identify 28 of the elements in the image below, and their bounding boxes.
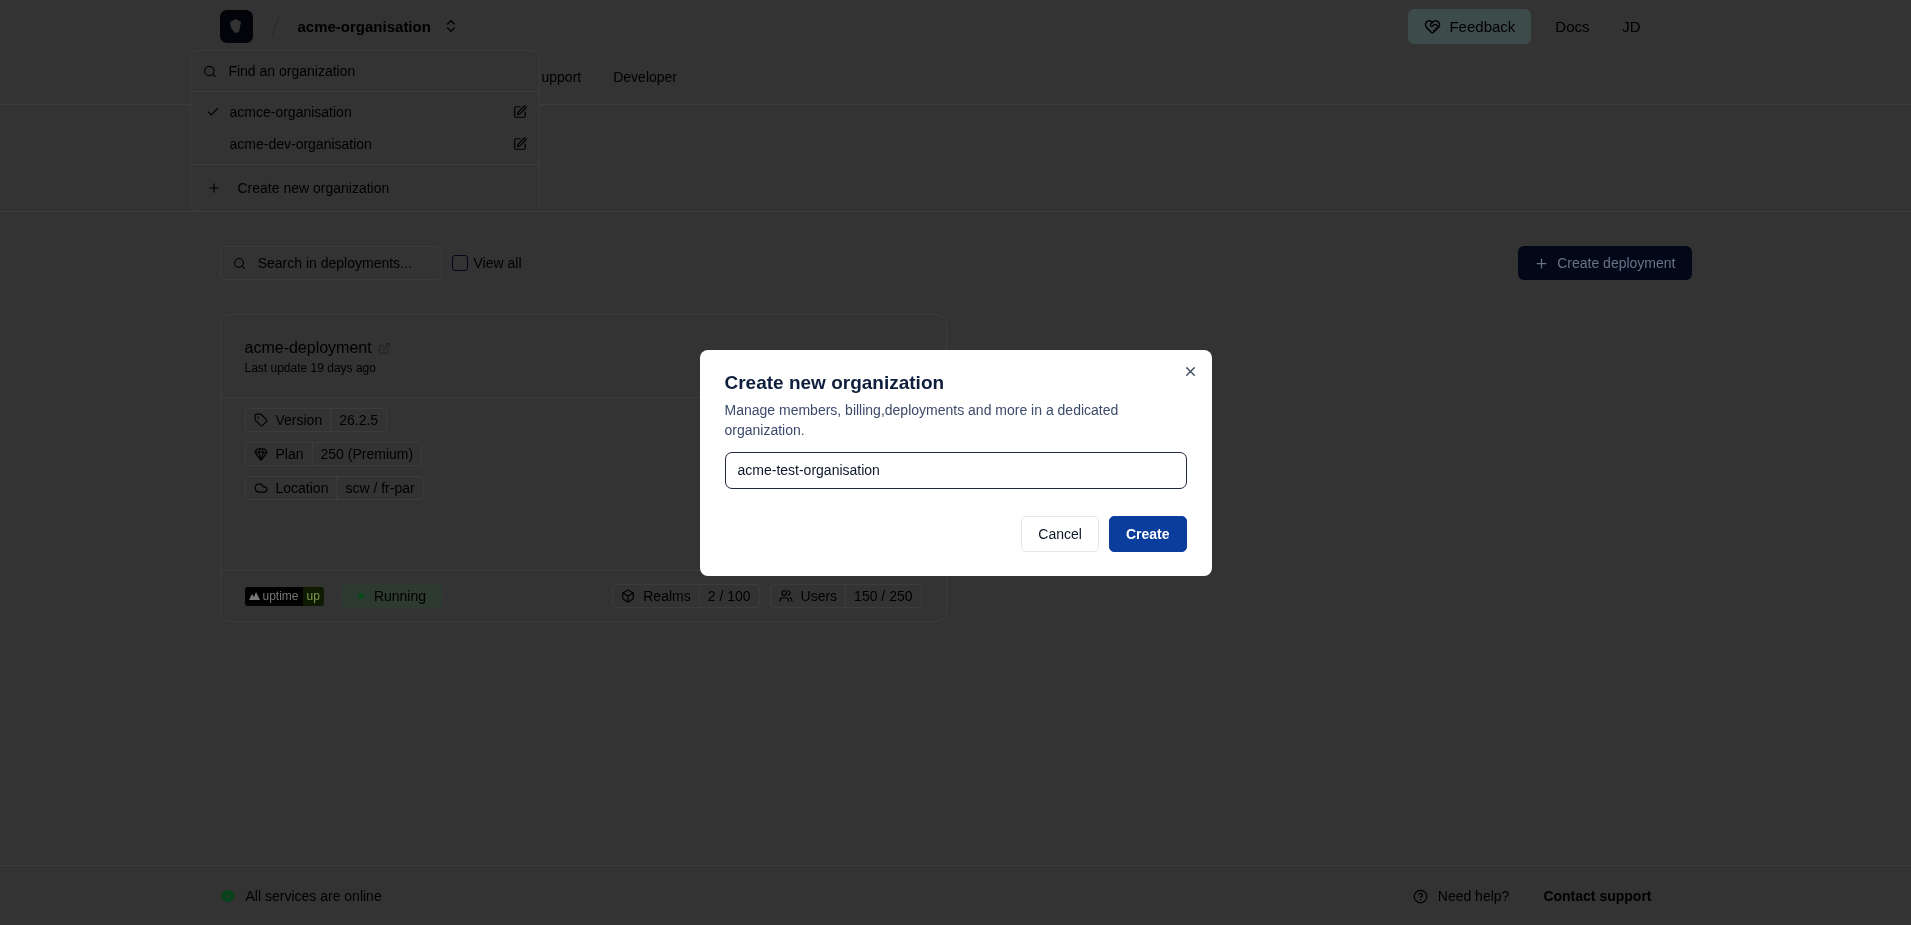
tag-icon [253,413,268,427]
create-deployment-button[interactable]: Create deployment [1518,246,1692,280]
running-status: Running [341,584,443,608]
check-circle-icon [219,888,236,904]
heart-handshake-icon [1424,17,1442,35]
dialog-title: Create new organization [724,371,946,394]
help-icon [1412,888,1428,904]
mountain-icon [248,592,260,600]
plus-icon [1534,255,1550,271]
create-button[interactable]: Create [1108,515,1187,552]
feedback-button[interactable]: Feedback [1408,8,1532,44]
cancel-button[interactable]: Cancel [1021,515,1099,552]
view-all-checkbox[interactable] [451,255,468,271]
box-icon [621,589,636,603]
gem-icon [253,447,268,461]
uptime-label: uptime [262,589,299,603]
plus-icon [206,181,221,195]
logo-icon[interactable] [219,9,253,43]
organization-name-field[interactable]: acme-test-organisation [724,451,1187,489]
edit-icon[interactable] [512,137,527,151]
search-icon [232,255,246,271]
cloud-icon [253,481,268,495]
search-icon [202,63,217,79]
uptime-status: up [302,586,324,606]
users-icon [778,589,793,603]
dialog-description: Manage members, billing,deployments and more in a dedicated organization. [724,400,1120,440]
edit-icon[interactable] [512,105,527,119]
check-icon [205,105,220,119]
